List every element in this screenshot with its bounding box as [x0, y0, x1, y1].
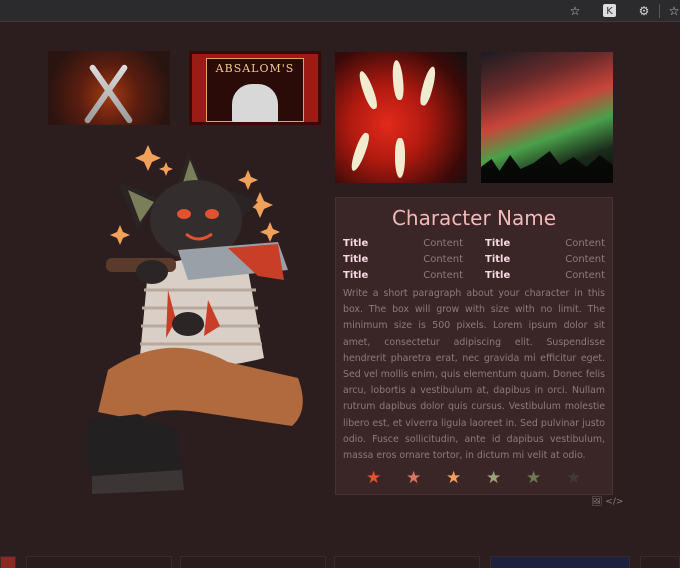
crossed-knife-shape — [88, 63, 134, 125]
stat-title: Title — [485, 238, 511, 249]
preview-card[interactable] — [180, 556, 326, 568]
stat-content: Content — [565, 254, 605, 265]
browser-toolbar: ☆ K ⚙ ☆ — [0, 0, 680, 22]
preview-card[interactable] — [490, 556, 630, 568]
star-icon: ★ — [446, 468, 462, 488]
stat-row: Title Content — [343, 252, 463, 268]
poster-title: ABSALOM'S — [215, 62, 295, 75]
stat-content: Content — [423, 270, 463, 281]
stat-title: Title — [485, 270, 511, 281]
stat-title: Title — [485, 254, 511, 265]
poster-emblem — [232, 84, 278, 122]
puzzle-icon[interactable]: ⚙ — [636, 3, 652, 19]
character-description: Write a short paragraph about your chara… — [343, 288, 605, 462]
star-icon: ★ — [566, 468, 582, 488]
next-row-preview — [0, 556, 680, 568]
preview-card[interactable] — [640, 556, 680, 568]
preview-card[interactable] — [334, 556, 480, 568]
stat-content: Content — [565, 270, 605, 281]
stat-title: Title — [343, 254, 369, 265]
star-add-icon[interactable]: ☆ — [567, 3, 583, 19]
tooth-shape — [348, 131, 372, 173]
character-name: Character Name — [391, 206, 557, 230]
stat-title: Title — [343, 270, 369, 281]
stat-content: Content — [565, 238, 605, 249]
stat-content: Content — [423, 238, 463, 249]
code-credit-icon[interactable]: 🖼 </> — [591, 497, 623, 507]
stat-row: Title Content — [485, 268, 605, 284]
extension-icon[interactable]: K — [603, 4, 616, 17]
star-icon: ★ — [406, 468, 422, 488]
tooth-shape — [356, 69, 380, 111]
stats-grid: Title Content Title Content Title Conten… — [343, 236, 605, 284]
preview-card[interactable] — [26, 556, 172, 568]
character-illustration — [86, 145, 303, 494]
star-icon: ★ — [366, 468, 382, 488]
gallery-thumbnail-4[interactable] — [481, 52, 613, 183]
tooth-shape — [417, 65, 439, 107]
treeline-silhouette — [481, 151, 613, 183]
stat-row: Title Content — [485, 252, 605, 268]
stat-row: Title Content — [343, 268, 463, 284]
stat-row: Title Content — [485, 236, 605, 252]
star-icon: ★ — [526, 468, 542, 488]
stat-title: Title — [343, 238, 369, 249]
gallery-thumbnail-2[interactable]: ABSALOM'S — [189, 51, 321, 125]
gallery-thumbnail-1[interactable] — [48, 51, 170, 125]
stat-content: Content — [423, 254, 463, 265]
toolbar-divider — [659, 4, 660, 18]
favorites-icon[interactable]: ☆ — [666, 3, 680, 19]
rating-stars: ★ ★ ★ ★ ★ ★ — [336, 469, 612, 487]
stat-row: Title Content — [343, 236, 463, 252]
tooth-shape — [395, 138, 405, 178]
preview-card[interactable] — [0, 556, 16, 568]
star-icon: ★ — [486, 468, 502, 488]
gallery-thumbnail-3[interactable] — [335, 52, 467, 183]
character-info-box: Character Name Title Content Title Conte… — [335, 197, 613, 495]
tooth-shape — [391, 59, 405, 101]
